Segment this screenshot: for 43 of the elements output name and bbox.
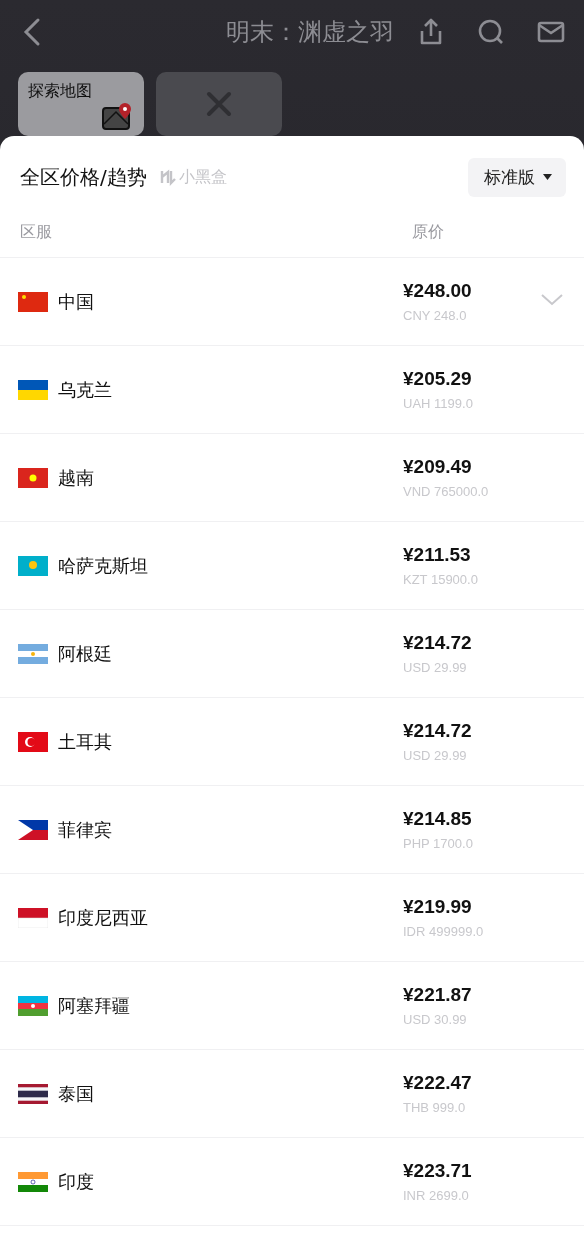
map-shortcut[interactable]: 探索地图 <box>18 72 144 136</box>
price: ¥209.49 <box>403 456 473 478</box>
edition-dropdown[interactable]: 标准版 <box>468 157 566 197</box>
price: ¥223.71 <box>403 1160 473 1182</box>
brand-name: 小黑盒 <box>178 166 227 188</box>
panel-title: 全区价格/趋势 <box>20 163 147 191</box>
flag-icon <box>18 907 48 928</box>
region-name: 泰国 <box>58 1081 94 1106</box>
price: ¥214.72 <box>403 720 473 742</box>
map-pin-icon <box>102 102 134 130</box>
flag-icon <box>18 819 48 840</box>
column-header: 区服 <box>20 222 52 243</box>
price: ¥248.00 <box>403 280 473 302</box>
price: ¥219.99 <box>403 896 473 918</box>
region-name: 阿塞拜疆 <box>58 993 130 1018</box>
flag-icon <box>18 1083 48 1104</box>
caret-icon <box>543 174 552 180</box>
region-name: 乌克兰 <box>58 377 112 402</box>
flag-icon <box>18 467 48 488</box>
region-name: 阿根廷 <box>58 641 112 666</box>
flag-icon <box>18 643 48 664</box>
flag-icon <box>18 291 48 312</box>
column-header: 原价 <box>412 222 444 243</box>
brand-logo-icon <box>158 168 177 186</box>
region-name: 越南 <box>58 465 94 490</box>
region-name: 哈萨克斯坦 <box>58 553 148 578</box>
flag-icon <box>18 731 48 752</box>
price: ¥221.87 <box>403 984 473 1006</box>
price: ¥214.85 <box>403 808 473 830</box>
flag-icon <box>18 995 48 1016</box>
flag-icon <box>18 1171 48 1192</box>
region-name: 中国 <box>58 289 94 314</box>
region-name: 印度 <box>58 1169 94 1194</box>
price: ¥214.72 <box>403 632 473 654</box>
page-title: 明末：渊虚之羽 <box>226 17 394 48</box>
price: ¥222.47 <box>403 1072 473 1094</box>
flag-icon <box>18 379 48 400</box>
region-name: 土耳其 <box>58 729 112 754</box>
price: ¥211.53 <box>403 544 472 566</box>
price: ¥205.29 <box>403 368 473 390</box>
region-name: 印度尼西亚 <box>58 905 148 930</box>
region-name: 菲律宾 <box>58 817 112 842</box>
flag-icon <box>18 555 48 576</box>
